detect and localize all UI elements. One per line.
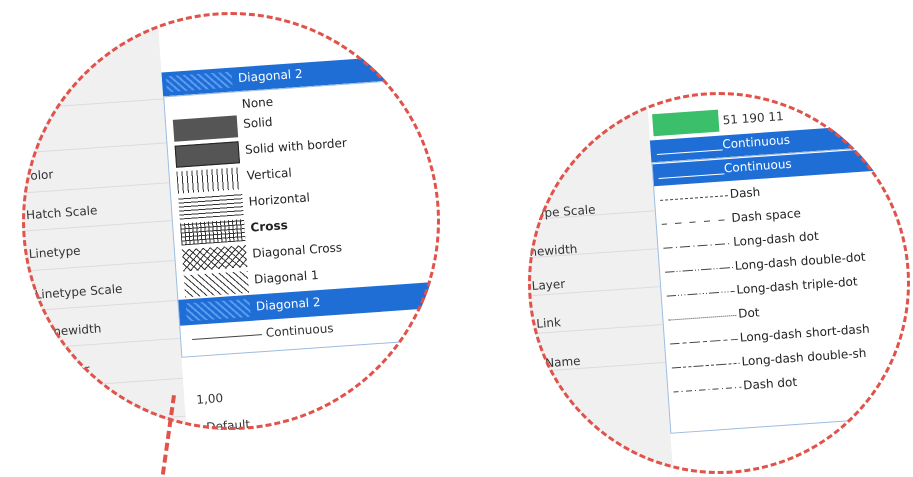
hatch-pattern-magnifier: g olor Hatch Scale Linetype Linetype Sca… <box>22 12 440 430</box>
label-g: g <box>31 127 41 142</box>
label-name: Name <box>544 353 581 371</box>
label-type: pe <box>98 398 115 414</box>
label-link: Link <box>535 315 562 331</box>
option-solid[interactable]: Solid <box>243 115 273 131</box>
label-color: olor <box>29 167 54 183</box>
option-dash[interactable]: Dash <box>729 185 760 201</box>
option-dot[interactable]: Dot <box>738 305 760 320</box>
horizontal-swatch <box>178 193 244 220</box>
diagonal-1-swatch <box>183 270 250 298</box>
diagonal-cross-swatch <box>181 245 248 272</box>
cross-swatch <box>180 219 246 246</box>
option-none[interactable]: None <box>241 95 273 111</box>
label-layer: Layer <box>531 276 566 294</box>
color-swatch <box>652 109 720 137</box>
label-color-2: lor <box>73 362 91 378</box>
linewidth-value[interactable]: Default <box>206 417 251 430</box>
vertical-swatch <box>176 167 242 194</box>
solid-with-border-swatch <box>174 141 240 168</box>
option-cross[interactable]: Cross <box>250 218 288 235</box>
color-value[interactable]: 51 190 11 <box>722 109 784 127</box>
solid-swatch <box>172 115 239 142</box>
scale-value[interactable]: 1,00 <box>196 391 224 407</box>
linetype-magnifier: type Scale newidth Layer Link Name 51 19… <box>528 92 910 474</box>
